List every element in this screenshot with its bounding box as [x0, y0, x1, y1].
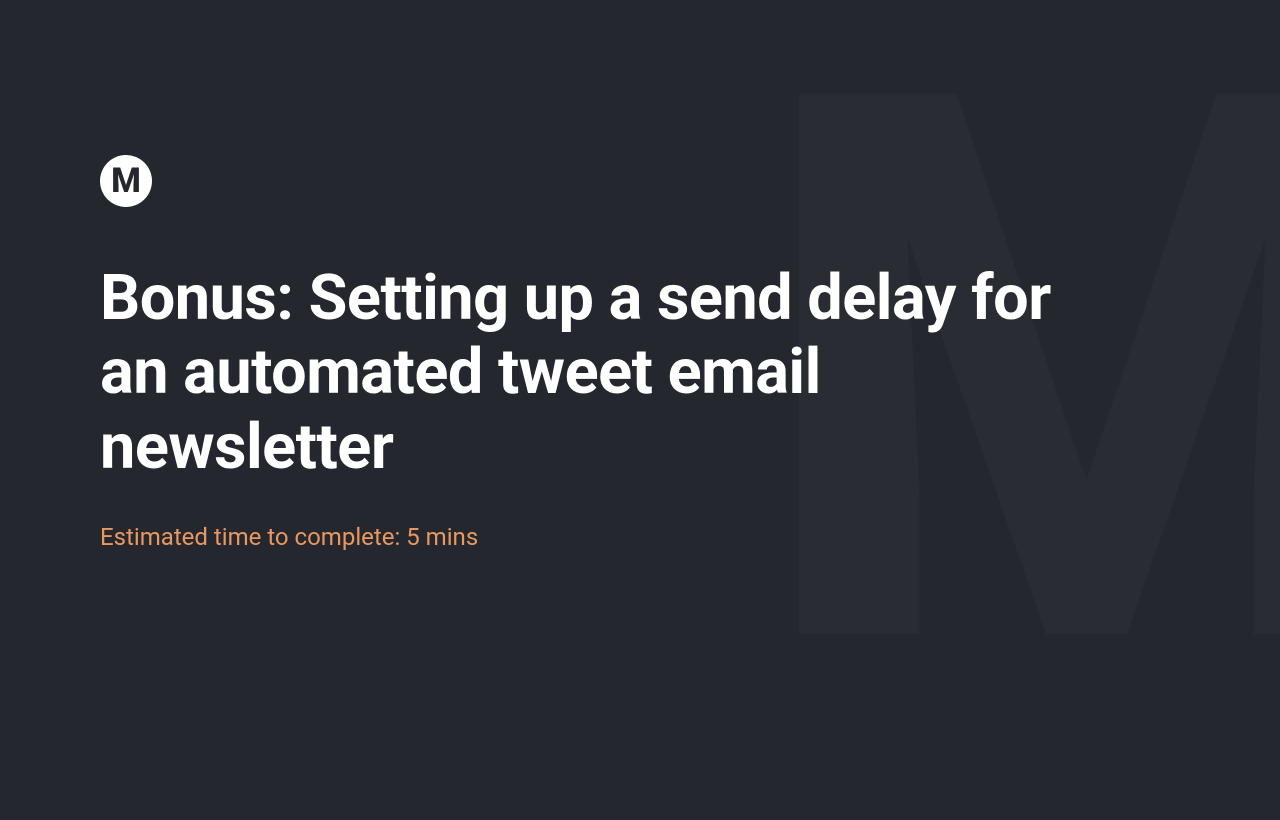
slide-title: Bonus: Setting up a send delay for an au…	[100, 262, 1100, 485]
slide-subtitle: Estimated time to complete: 5 mins	[100, 523, 1180, 551]
slide-content: M Bonus: Setting up a send delay for an …	[0, 0, 1280, 551]
logo-badge: M	[100, 155, 152, 207]
logo-letter: M	[111, 164, 141, 198]
